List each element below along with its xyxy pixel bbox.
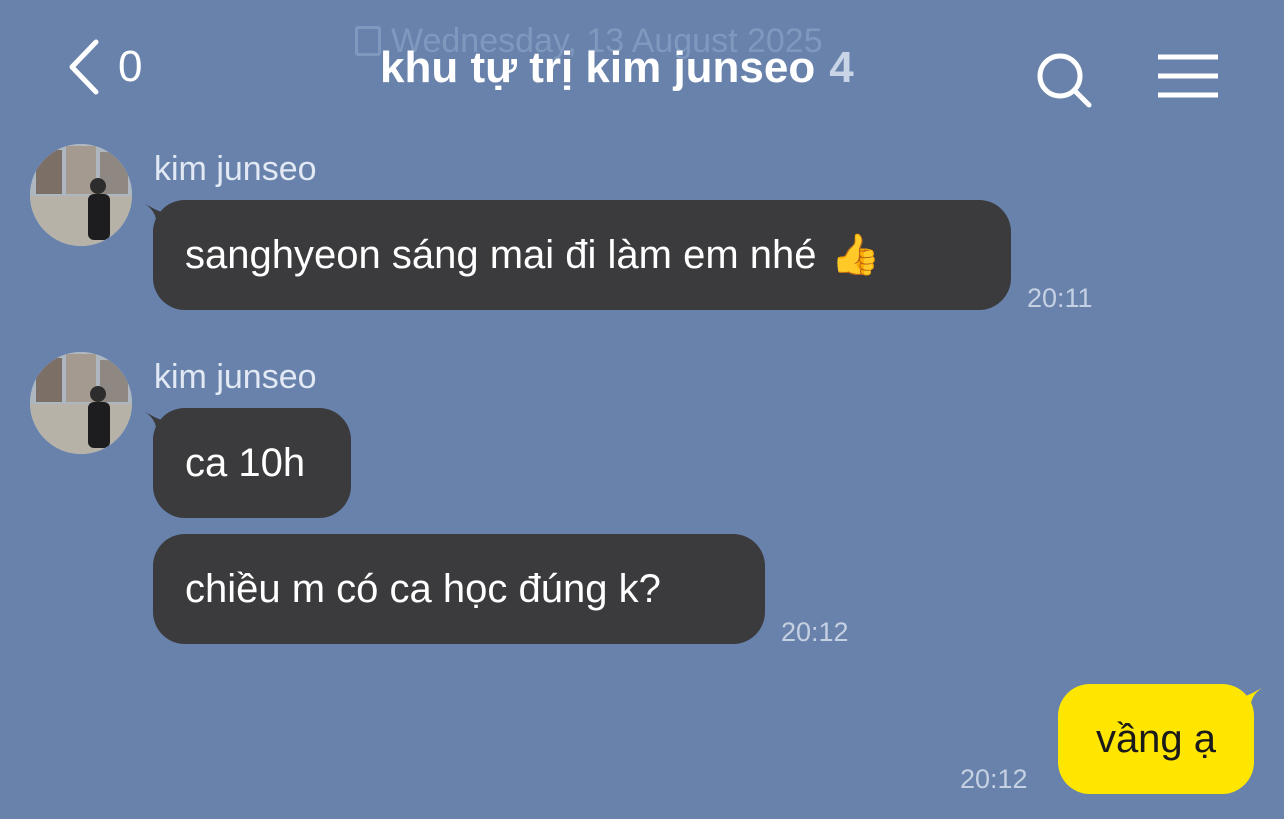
bubble-tail bbox=[145, 204, 175, 230]
profile-photo bbox=[30, 352, 132, 454]
message-text: ca 10h bbox=[185, 440, 306, 485]
message-text: sanghyeon sáng mai đi làm em nhé bbox=[185, 232, 817, 277]
bubble-tail bbox=[145, 412, 175, 438]
message-bubble[interactable]: ca 10h bbox=[145, 408, 351, 518]
sender-name: kim junseo bbox=[154, 150, 317, 188]
message-time: 20:11 bbox=[1027, 283, 1093, 313]
search-icon bbox=[1037, 53, 1092, 108]
message-bubble[interactable]: sanghyeon sáng mai đi làm em nhé 👍 bbox=[145, 200, 1011, 310]
chat-title: khu tự trị kim junseo 4 bbox=[380, 40, 854, 96]
message-time: 20:12 bbox=[960, 764, 1028, 794]
thumbs-up-icon: 👍 bbox=[830, 232, 881, 278]
message-bubble[interactable]: chiều m có ca học đúng k? bbox=[153, 534, 765, 644]
profile-photo bbox=[30, 144, 132, 246]
my-message-bubble[interactable]: vầng ạ bbox=[1058, 684, 1262, 794]
member-count: 4 bbox=[829, 43, 854, 92]
avatar[interactable] bbox=[30, 144, 132, 246]
calendar-icon bbox=[355, 26, 381, 56]
hamburger-menu-icon bbox=[1158, 54, 1218, 98]
sender-name: kim junseo bbox=[154, 358, 317, 396]
message-time: 20:12 bbox=[781, 617, 849, 647]
chevron-left-icon bbox=[69, 39, 99, 95]
message-text: vầng ạ bbox=[1095, 716, 1217, 761]
chat-title-text: khu tự trị kim junseo bbox=[380, 43, 816, 92]
message-text: chiều m có ca học đúng k? bbox=[185, 566, 661, 611]
chat-screen: Wednesday, 13 August 2025 0 khu tự trị k… bbox=[0, 0, 1284, 819]
back-button[interactable]: 0 bbox=[66, 38, 166, 96]
search-button[interactable] bbox=[1034, 50, 1094, 110]
menu-button[interactable] bbox=[1156, 52, 1220, 100]
unread-count: 0 bbox=[118, 42, 143, 91]
bubble-tail bbox=[1232, 688, 1262, 714]
avatar[interactable] bbox=[30, 352, 132, 454]
